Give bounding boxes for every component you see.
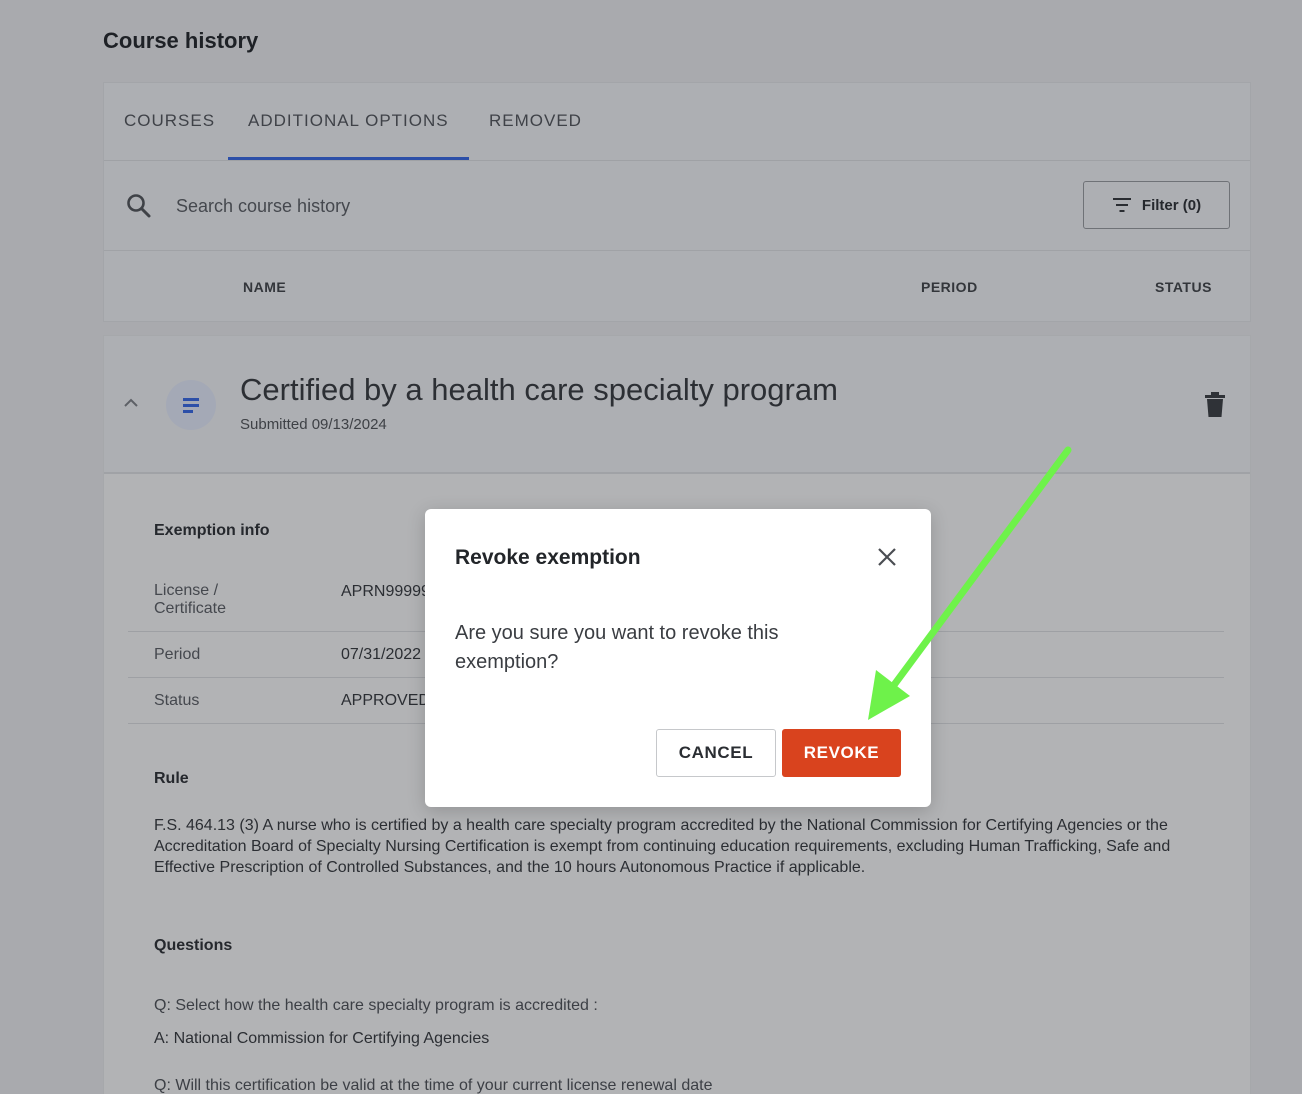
page-title: Course history [103,28,259,53]
dialog-message: Are you sure you want to revoke this exe… [455,622,779,673]
tab-bar: COURSES ADDITIONAL OPTIONS REMOVED [104,83,1250,161]
column-header-name: NAME [243,279,287,295]
info-label: License / Certificate [154,582,227,617]
exemption-title: Certified by a health care specialty pro… [240,372,838,407]
filter-button[interactable]: Filter (0) [1083,181,1230,229]
rule-text: F.S. 464.13 (3) A nurse who is certified… [154,817,1171,876]
trash-icon[interactable] [1204,392,1226,418]
filter-label: Filter (0) [1141,196,1202,214]
question-text: Q: Will this certification be valid at t… [154,1077,713,1094]
filter-icon [1112,198,1131,212]
document-icon-circle [166,380,216,430]
course-history-card: COURSES ADDITIONAL OPTIONS REMOVED Filte… [103,82,1251,322]
tab-courses[interactable]: COURSES [124,111,215,131]
exemption-submitted-date: Submitted 09/13/2024 [240,416,387,433]
tab-additional-options[interactable]: ADDITIONAL OPTIONS [248,111,449,131]
info-label: Status [154,692,200,709]
cancel-button[interactable]: CANCEL [656,729,776,777]
questions-heading: Questions [154,937,233,954]
tab-removed[interactable]: REMOVED [489,111,582,131]
rule-heading: Rule [154,770,189,787]
chevron-up-icon[interactable] [122,396,140,410]
column-header-period: PERIOD [921,279,978,295]
search-input[interactable] [176,191,776,221]
answer-text: A: National Commission for Certifying Ag… [154,1030,490,1047]
column-header-status: STATUS [1155,279,1212,295]
info-value: APPROVED [341,692,430,709]
question-text: Q: Select how the health care specialty … [154,997,598,1014]
document-icon [183,398,199,413]
active-tab-indicator [228,157,469,160]
info-value: 07/31/2022 [341,646,422,663]
info-label: Period [154,646,201,663]
exemption-info-heading: Exemption info [154,522,270,539]
annotation-arrow-icon [868,446,1072,720]
info-value: APRN99999 [341,583,430,600]
search-row: Filter (0) [104,161,1250,251]
dialog-title: Revoke exemption [455,546,641,569]
search-icon [127,194,151,218]
